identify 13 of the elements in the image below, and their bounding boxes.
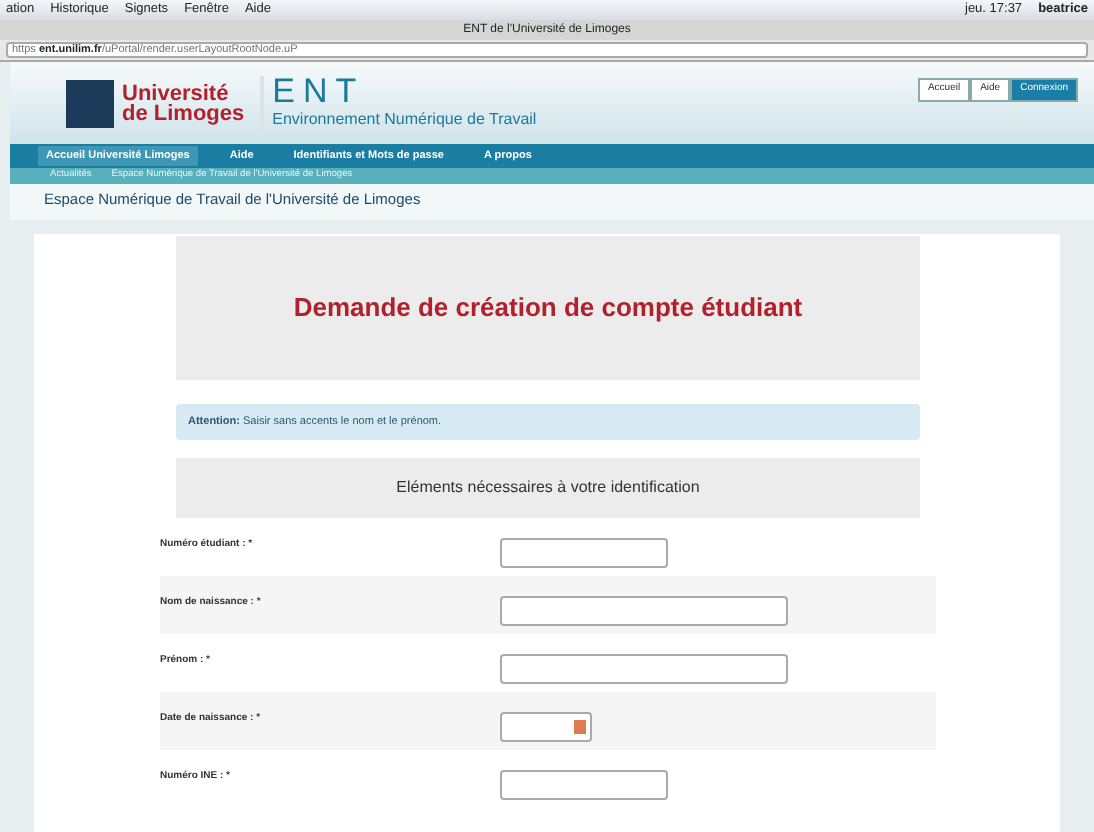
logo-text: de Limoges (122, 103, 245, 123)
logo-title: ENT (272, 75, 367, 107)
input-field[interactable] (500, 538, 668, 569)
input-field[interactable] (500, 596, 788, 627)
calendar-icon[interactable] (574, 720, 586, 735)
input-field[interactable] (500, 712, 592, 743)
input-field[interactable] (500, 770, 668, 801)
logo-subtitle: Environnement Numérique de Travail (272, 107, 537, 131)
input-field[interactable] (500, 654, 788, 685)
section-heading: Eléments nécessaires à votre identification (176, 458, 920, 519)
form-title: Demande de création de compte étudiant (176, 236, 920, 380)
logo-icon (66, 79, 114, 127)
logo-text: Université (122, 83, 229, 103)
